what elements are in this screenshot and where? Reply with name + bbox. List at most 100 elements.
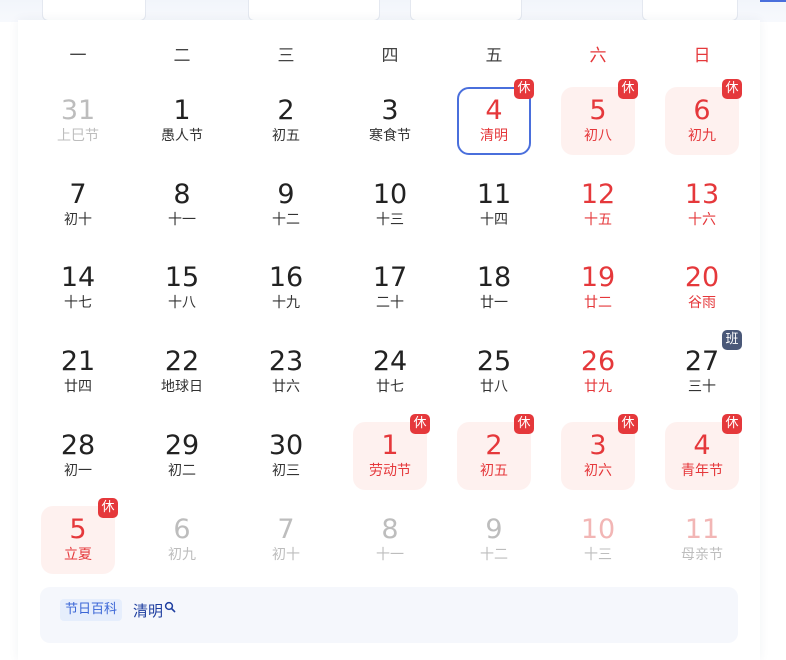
lunar-date: 十八: [168, 295, 196, 311]
lunar-date: 十七: [64, 295, 92, 311]
rest-badge: 休: [618, 414, 638, 434]
day-cell[interactable]: 2 初五 休: [457, 414, 534, 490]
day-cell[interactable]: 25 廿八: [457, 338, 531, 406]
day-number: 1: [381, 430, 399, 461]
weekday-label: 四: [381, 46, 399, 66]
lunar-date: 廿二: [584, 295, 612, 311]
rest-badge: 休: [722, 79, 742, 99]
day-cell[interactable]: 24 廿七: [353, 338, 427, 406]
day-number: 10: [580, 514, 616, 545]
month-selector[interactable]: [248, 0, 380, 21]
day-cell[interactable]: 3 初六 休: [561, 414, 638, 490]
day-cell[interactable]: 7 初十: [41, 171, 115, 239]
lunar-date: 十九: [272, 295, 300, 311]
day-number: 27: [684, 346, 720, 377]
day-cell[interactable]: 5 立夏 休: [41, 498, 118, 574]
day-number: 14: [60, 262, 96, 293]
lunar-date: 初九: [168, 547, 196, 563]
day-cell[interactable]: 11 母亲节: [665, 506, 739, 574]
day-cell[interactable]: 4 清明 休: [457, 79, 534, 155]
day-cell[interactable]: 7 初十: [249, 506, 323, 574]
lunar-date: 十三: [584, 547, 612, 563]
lunar-date: 青年节: [681, 463, 723, 479]
holiday-selector[interactable]: [410, 0, 522, 21]
lunar-date: 十四: [480, 212, 508, 228]
day-number: 3: [381, 95, 399, 126]
rest-badge: 休: [514, 414, 534, 434]
day-cell[interactable]: 26 廿九: [561, 338, 635, 406]
day-cell[interactable]: 6 初九: [145, 506, 219, 574]
day-number: 30: [268, 430, 304, 461]
day-number: 22: [164, 346, 200, 377]
lunar-date: 十二: [480, 547, 508, 563]
day-cell[interactable]: 14 十七: [41, 254, 115, 322]
day-cell[interactable]: 29 初二: [145, 422, 219, 490]
festival-link[interactable]: 清明: [133, 600, 176, 622]
day-cell[interactable]: 17 二十: [353, 254, 427, 322]
lunar-date: 廿四: [64, 379, 92, 395]
lunar-date: 初五: [272, 128, 300, 144]
today-button[interactable]: [642, 0, 738, 21]
day-cell[interactable]: 8 十一: [353, 506, 427, 574]
day-cell[interactable]: 11 十四: [457, 171, 531, 239]
lunar-date: 初五: [480, 463, 508, 479]
day-number: 28: [60, 430, 96, 461]
day-cell[interactable]: 13 十六: [665, 171, 739, 239]
day-cell[interactable]: 20 谷雨: [665, 254, 739, 322]
lunar-date: 十一: [168, 212, 196, 228]
day-number: 18: [476, 262, 512, 293]
day-cell[interactable]: 4 青年节 休: [665, 414, 742, 490]
day-number: 5: [69, 514, 87, 545]
lunar-date: 廿六: [272, 379, 300, 395]
day-number: 21: [60, 346, 96, 377]
day-cell[interactable]: 22 地球日: [145, 338, 219, 406]
day-number: 10: [372, 179, 408, 210]
day-cell[interactable]: 3 寒食节: [353, 87, 427, 155]
lunar-date: 上巳节: [57, 128, 99, 144]
day-cell[interactable]: 8 十一: [145, 171, 219, 239]
day-cell[interactable]: 21 廿四: [41, 338, 115, 406]
day-cell[interactable]: 6 初九 休: [665, 79, 742, 155]
day-cell[interactable]: 5 初八 休: [561, 79, 638, 155]
day-cell[interactable]: 16 十九: [249, 254, 323, 322]
day-cell[interactable]: 28 初一: [41, 422, 115, 490]
day-number: 12: [580, 179, 616, 210]
day-number: 19: [580, 262, 616, 293]
day-cell[interactable]: 31 上巳节: [41, 87, 115, 155]
day-cell[interactable]: 1 劳动节 休: [353, 414, 430, 490]
search-icon: [164, 601, 176, 613]
lunar-date: 廿七: [376, 379, 404, 395]
day-cell[interactable]: 9 十二: [457, 506, 531, 574]
day-cell[interactable]: 10 十三: [561, 506, 635, 574]
day-cell[interactable]: 12 十五: [561, 171, 635, 239]
lunar-date: 地球日: [161, 379, 203, 395]
lunar-date: 十六: [688, 212, 716, 228]
lunar-date: 劳动节: [369, 463, 411, 479]
weekday-label: 三: [277, 46, 295, 66]
day-number: 20: [684, 262, 720, 293]
day-number: 7: [69, 179, 87, 210]
day-number: 15: [164, 262, 200, 293]
lunar-date: 初十: [64, 212, 92, 228]
rest-badge: 休: [98, 498, 118, 518]
day-cell[interactable]: 27 三十 班: [665, 330, 742, 406]
day-cell[interactable]: 15 十八: [145, 254, 219, 322]
day-number: 1: [173, 95, 191, 126]
day-cell[interactable]: 2 初五: [249, 87, 323, 155]
lunar-date: 十五: [584, 212, 612, 228]
day-cell[interactable]: 10 十三: [353, 171, 427, 239]
day-cell[interactable]: 1 愚人节: [145, 87, 219, 155]
festival-bar: 节日百科 清明: [40, 587, 738, 643]
day-number: 31: [60, 95, 96, 126]
day-number: 4: [693, 430, 711, 461]
day-cell[interactable]: 19 廿二: [561, 254, 635, 322]
day-cell[interactable]: 18 廿一: [457, 254, 531, 322]
day-number: 9: [277, 179, 295, 210]
rest-badge: 休: [514, 79, 534, 99]
day-cell[interactable]: 9 十二: [249, 171, 323, 239]
day-cell[interactable]: 30 初三: [249, 422, 323, 490]
day-cell[interactable]: 23 廿六: [249, 338, 323, 406]
day-number: 25: [476, 346, 512, 377]
day-number: 16: [268, 262, 304, 293]
year-selector[interactable]: [42, 0, 146, 21]
